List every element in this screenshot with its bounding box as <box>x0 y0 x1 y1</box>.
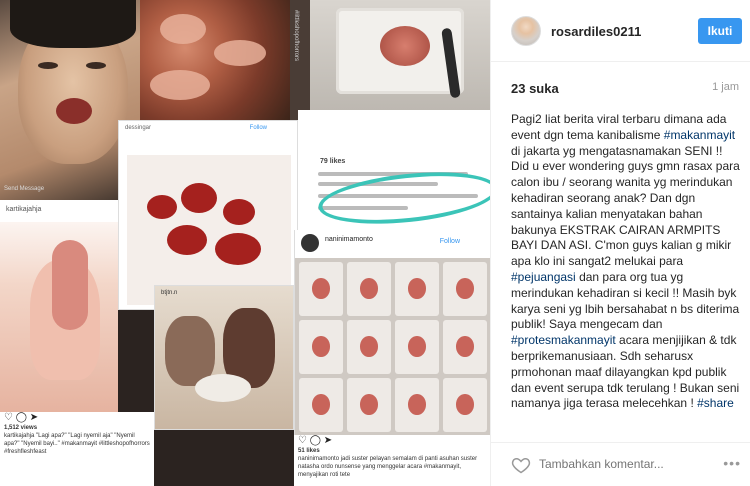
post-side-panel: rosardiles0211 Ikuti 23 suka 1 jam Pagi2… <box>490 0 750 486</box>
post-header: rosardiles0211 Ikuti <box>491 0 750 62</box>
post-media-collage[interactable]: Send Message #littleshopofhorrors dessin… <box>0 0 490 486</box>
post1-follow: Follow <box>249 125 267 131</box>
food-shape <box>223 199 255 225</box>
food-shape <box>167 225 207 255</box>
caption-left: ♡ ◯ ➤ 1,512 views kartikajahja "Lagi apa… <box>0 412 154 486</box>
comment-bar: ••• <box>491 442 750 486</box>
hashtag-link[interactable]: #protesmakanmayit <box>511 333 616 347</box>
brains-follow: Follow <box>439 238 460 245</box>
caption-right: ♡ ◯ ➤ 51 likes naninimamonto jadi suster… <box>294 435 490 486</box>
screenshot-post-naninimamonto: naninimamonto Follow <box>294 230 490 435</box>
brain-cups-grid <box>295 258 490 435</box>
photo-kitchen-people: btjtn.n <box>154 285 294 430</box>
avatar[interactable] <box>511 16 541 46</box>
add-comment-input[interactable] <box>539 457 719 471</box>
food-shape <box>150 70 210 100</box>
heart-icon[interactable] <box>511 455 531 475</box>
likes-count[interactable]: 23 suka <box>511 81 559 96</box>
photo-brain-tray <box>310 0 490 110</box>
action-icons: ♡ ◯ ➤ <box>4 412 39 423</box>
post-time[interactable]: 1 jam <box>712 81 739 93</box>
post-meta: 23 suka 1 jam <box>511 80 743 96</box>
caption-text: di jakarta yg mengatasnamakan SENI !! Di… <box>511 143 740 269</box>
photo-food-closeup <box>140 0 290 120</box>
screenshot-post-kartikajahja: kartikajahja <box>0 200 118 412</box>
brains-username: naninimamonto <box>325 236 373 243</box>
kitchen-username: btjtn.n <box>161 290 178 296</box>
eye-shape <box>86 62 106 69</box>
eye-shape <box>38 62 58 69</box>
hashtag-link[interactable]: #makanmayit <box>664 128 735 142</box>
hair-shape <box>10 0 136 48</box>
hashtag-link[interactable]: #share <box>697 396 734 410</box>
comm-likes-count: 79 likes <box>320 158 346 165</box>
brain-shape <box>380 26 430 66</box>
screenshot-comments-highlight: 79 likes <box>298 110 490 230</box>
likes-count: 51 likes <box>298 448 320 454</box>
username-link[interactable]: rosardiles0211 <box>551 24 641 39</box>
pink-username: kartikajahja <box>0 200 118 222</box>
food-shape <box>181 183 217 213</box>
bowl-shape <box>195 374 251 402</box>
action-icons: ♡ ◯ ➤ <box>298 435 333 446</box>
more-icon[interactable]: ••• <box>723 455 741 471</box>
caption-text: kartikajahja "Lagi apa?" "Lagi nyemil aj… <box>4 433 150 455</box>
post-caption: Pagi2 liat berita viral terbaru dimana a… <box>511 112 743 412</box>
caption-text: naninimamonto jadi suster pelayan semala… <box>298 456 478 478</box>
follow-button[interactable]: Ikuti <box>698 18 742 44</box>
avatar <box>301 234 319 252</box>
mouth-shape <box>56 98 92 124</box>
food-shape <box>52 240 88 330</box>
food-shape <box>147 195 177 219</box>
views-count: 1,512 views <box>4 425 38 431</box>
screenshot-post-dessingar: dessingar Follow <box>118 120 298 310</box>
food-shape <box>215 233 261 265</box>
food-shape <box>160 14 206 44</box>
post1-username: dessingar <box>125 125 152 131</box>
strip-text: #littleshopofhorrors <box>293 10 299 62</box>
hashtag-link[interactable]: #pejuangasi <box>511 270 576 284</box>
post1-image <box>127 155 291 305</box>
food-shape <box>214 40 266 66</box>
send-message-label: Send Message <box>4 186 45 192</box>
